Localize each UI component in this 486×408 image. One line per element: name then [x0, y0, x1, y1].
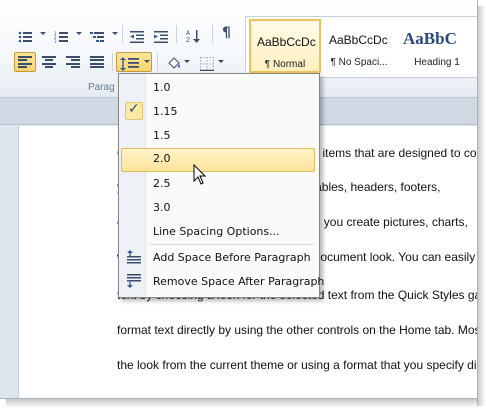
- justify-icon: [90, 56, 104, 68]
- borders-button[interactable]: [196, 52, 226, 72]
- numbering-icon: 123: [54, 28, 68, 44]
- window-shadow-right: [477, 6, 486, 406]
- line-spacing-dropdown: 1.0 ✓ 1.15 1.5 2.0 2.5 3.0 Line Spacing …: [118, 73, 324, 298]
- sort-button[interactable]: AZ: [182, 24, 208, 44]
- line-spacing-icon: [120, 56, 140, 71]
- svg-text:Z: Z: [186, 37, 190, 43]
- increase-indent-button[interactable]: [150, 24, 172, 44]
- window-shadow-bottom: [6, 399, 478, 408]
- chevron-down-icon: [184, 60, 190, 63]
- add-space-before-paragraph-item[interactable]: Add Space Before Paragraph: [121, 247, 315, 269]
- paragraph-group-label: Parag: [88, 82, 115, 93]
- style-preview: AaBbCcDc: [257, 35, 316, 49]
- multilevel-list-icon: [90, 28, 104, 42]
- style-name: ¶ No Spaci...: [330, 57, 388, 68]
- decrease-indent-button[interactable]: [126, 24, 148, 44]
- justify-button[interactable]: [86, 52, 108, 72]
- pilcrow-icon: ¶: [222, 25, 231, 41]
- sort-icon: AZ: [186, 28, 206, 44]
- line-spacing-button[interactable]: [116, 52, 152, 72]
- document-line: format text directly by using the other …: [117, 323, 477, 337]
- separator: [122, 25, 123, 43]
- style-preview: AaBbC: [403, 29, 457, 48]
- style-no-spacing[interactable]: AaBbCcDc ¶ No Spaci...: [323, 19, 395, 73]
- svg-text:A: A: [186, 30, 191, 37]
- style-name: ¶ Normal: [264, 59, 306, 70]
- separator: [176, 25, 177, 43]
- chevron-down-icon: [112, 32, 118, 35]
- separator: [157, 53, 158, 71]
- separator: [112, 53, 113, 71]
- quick-styles-gallery: AaBbCcDc ¶ Normal AaBbCcDc ¶ No Spaci...…: [245, 16, 477, 78]
- line-spacing-option-2-5[interactable]: 2.5: [121, 173, 315, 195]
- mouse-pointer-icon: [193, 164, 207, 185]
- line-spacing-option-2-0[interactable]: 2.0: [121, 148, 315, 172]
- chevron-down-icon: [218, 60, 224, 63]
- chevron-down-icon: [76, 32, 82, 35]
- word-window: 123 AZ ¶ Parag AaBbCcDc ¶ Normal AaBbCcD…: [0, 0, 478, 399]
- align-left-icon: [18, 56, 32, 68]
- line-spacing-option-3-0[interactable]: 3.0: [121, 197, 315, 219]
- svg-text:3: 3: [54, 39, 57, 43]
- line-spacing-options-item[interactable]: Line Spacing Options...: [121, 221, 315, 243]
- bullets-icon: [18, 28, 32, 43]
- add-space-before-icon: [127, 250, 141, 264]
- line-spacing-option-1-15[interactable]: ✓ 1.15: [121, 101, 315, 123]
- multilevel-list-button[interactable]: [86, 24, 120, 44]
- shading-button[interactable]: [162, 52, 192, 72]
- checkmark-icon: ✓: [125, 101, 143, 120]
- align-center-icon: [42, 56, 56, 68]
- align-right-button[interactable]: [62, 52, 84, 72]
- document-line: the look from the current theme or using…: [117, 358, 478, 372]
- borders-icon: [200, 56, 214, 72]
- style-heading-1[interactable]: AaBbC Heading 1: [397, 19, 477, 73]
- show-hide-marks-button[interactable]: ¶: [216, 24, 238, 44]
- chevron-down-icon: [144, 60, 150, 63]
- align-right-icon: [66, 56, 80, 68]
- align-left-button[interactable]: [14, 52, 36, 72]
- increase-indent-icon: [154, 28, 168, 43]
- align-center-button[interactable]: [38, 52, 60, 72]
- separator: [212, 25, 213, 43]
- style-preview: AaBbCcDc: [329, 33, 388, 47]
- menu-separator: [149, 244, 315, 245]
- remove-space-after-icon: [127, 274, 141, 288]
- style-normal[interactable]: AaBbCcDc ¶ Normal: [249, 19, 321, 73]
- style-name: Heading 1: [414, 57, 460, 68]
- line-spacing-option-1-0[interactable]: 1.0: [121, 77, 315, 99]
- paint-bucket-icon: [166, 56, 180, 69]
- bullets-button[interactable]: [14, 24, 48, 44]
- chevron-down-icon: [40, 32, 46, 35]
- remove-space-after-paragraph-item[interactable]: Remove Space After Paragraph: [121, 271, 324, 293]
- numbering-button[interactable]: 123: [50, 24, 84, 44]
- line-spacing-option-1-5[interactable]: 1.5: [121, 125, 315, 147]
- decrease-indent-icon: [130, 28, 144, 43]
